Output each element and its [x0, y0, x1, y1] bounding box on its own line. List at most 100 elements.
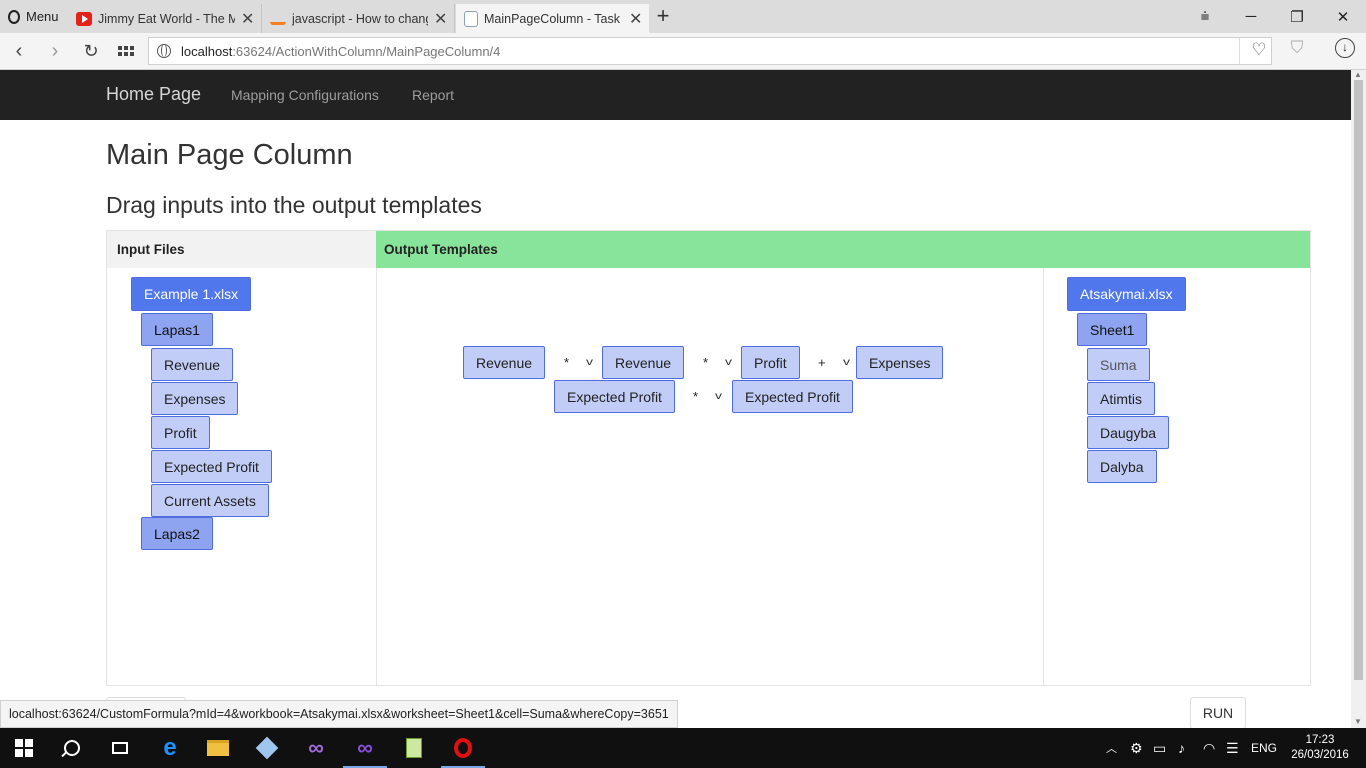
operator-value: +	[818, 355, 826, 370]
close-tab-icon[interactable]: ✕	[629, 9, 642, 29]
tab-title: Jimmy Eat World - The Mi	[98, 11, 235, 26]
operator-select[interactable]: * v	[693, 380, 723, 413]
operator-select[interactable]: + v	[818, 346, 850, 379]
opera-logo-icon	[8, 9, 20, 24]
input-cell-chip[interactable]: Expenses	[151, 382, 239, 415]
stackoverflow-icon	[270, 12, 286, 25]
back-icon[interactable]: ‹	[6, 38, 32, 64]
speed-dial-grid-icon[interactable]	[113, 38, 139, 64]
page-icon	[464, 10, 478, 27]
browser-tab-stackoverflow[interactable]: javascript - How to change ✕	[262, 4, 455, 33]
formula-term-chip[interactable]: Expected Profit	[732, 380, 853, 413]
volume-icon[interactable]: ♪	[1178, 728, 1185, 768]
chevron-down-icon: v	[842, 357, 850, 368]
input-cell-chip[interactable]: Current Assets	[151, 484, 269, 517]
wifi-icon[interactable]: ◠	[1203, 728, 1215, 768]
bookmark-heart-icon[interactable]: ♡	[1247, 40, 1271, 62]
url-field[interactable]: localhost:63624/ActionWithColumn/MainPag…	[148, 37, 1272, 65]
input-file-chip[interactable]: Example 1.xlsx	[131, 277, 252, 311]
opera-menu-button[interactable]: Menu	[0, 0, 66, 33]
tray-expand-icon[interactable]: ︿	[1106, 728, 1117, 768]
chevron-down-icon: v	[715, 391, 723, 402]
reload-icon[interactable]: ↻	[78, 38, 104, 64]
new-tab-plus-icon[interactable]: +	[652, 4, 674, 30]
output-sheet-chip[interactable]: Sheet1	[1077, 313, 1148, 346]
close-tab-icon[interactable]: ✕	[241, 9, 254, 29]
task-view-icon[interactable]	[108, 736, 132, 760]
clock-time: 17:23	[1305, 734, 1335, 746]
windows-taskbar: e ∞ ∞ ︿ ⚙ ▭ ♪ ◠ ☰ ENG 17:23 26/03/2016	[0, 728, 1366, 768]
operator-select[interactable]: * v	[703, 346, 733, 379]
url-separator	[1239, 38, 1240, 64]
output-file-chip[interactable]: Atsakymai.xlsx	[1067, 277, 1186, 311]
operator-value: *	[703, 355, 709, 370]
input-cell-chip[interactable]: Revenue	[151, 348, 234, 381]
network-app-icon[interactable]: ⚙	[1130, 728, 1143, 768]
battery-icon[interactable]: ▭	[1153, 728, 1166, 768]
output-column-divider	[1043, 268, 1044, 685]
page-subtitle: Drag inputs into the output templates	[106, 192, 482, 218]
opera-taskbar-icon[interactable]	[441, 736, 485, 768]
action-center-icon[interactable]: ☰	[1226, 728, 1239, 768]
tab-menu-icon[interactable]: ⩧	[1182, 0, 1228, 33]
output-cell-chip[interactable]: Dalyba	[1087, 450, 1157, 483]
input-cell-chip[interactable]: Profit	[151, 416, 210, 449]
page-scrollbar[interactable]: ▲ ▼	[1351, 70, 1366, 728]
tab-title: MainPageColumn - Task	[484, 11, 620, 26]
operator-select[interactable]: * v	[564, 346, 594, 379]
mapping-workspace: Input Files Example 1.xlsx Lapas1 Revenu…	[106, 230, 1311, 686]
edge-browser-icon[interactable]: e	[158, 734, 182, 761]
nav-link-report[interactable]: Report	[412, 87, 454, 103]
cube-app-icon[interactable]	[255, 736, 279, 760]
address-bar: ‹ › ↻ localhost:63624/ActionWithColumn/M…	[0, 33, 1366, 70]
output-cell-chip[interactable]: Daugyba	[1087, 416, 1170, 449]
forward-icon[interactable]: ›	[42, 38, 68, 64]
scroll-thumb[interactable]	[1354, 80, 1363, 680]
formula-term-chip[interactable]: Profit	[741, 346, 800, 379]
browser-tab-mainpagecolumn[interactable]: MainPageColumn - Task ✕	[456, 4, 649, 33]
input-cell-chip[interactable]: Expected Profit	[151, 450, 272, 483]
restore-icon[interactable]: ❐	[1274, 0, 1320, 33]
browser-tab-youtube[interactable]: Jimmy Eat World - The Mi ✕	[68, 4, 262, 33]
output-cell-chip[interactable]: Suma	[1087, 348, 1150, 381]
youtube-icon	[76, 11, 92, 26]
operator-value: *	[564, 355, 570, 370]
input-files-header: Input Files	[107, 231, 376, 268]
tab-title: javascript - How to change	[292, 11, 428, 26]
formula-term-chip[interactable]: Expected Profit	[554, 380, 675, 413]
minimize-icon[interactable]: ─	[1228, 0, 1274, 33]
scroll-down-icon[interactable]: ▼	[1354, 717, 1362, 726]
close-tab-icon[interactable]: ✕	[434, 9, 447, 29]
close-window-icon[interactable]: ✕	[1320, 0, 1366, 33]
adblock-shield-icon[interactable]: ⛉	[1286, 38, 1308, 60]
scroll-up-icon[interactable]: ▲	[1354, 70, 1362, 79]
globe-icon	[157, 44, 171, 58]
output-cell-chip[interactable]: Atimtis	[1087, 382, 1155, 415]
visual-studio-icon[interactable]: ∞	[304, 735, 328, 760]
formula-term-chip[interactable]: Expenses	[856, 346, 944, 379]
input-files-panel: Input Files Example 1.xlsx Lapas1 Revenu…	[107, 231, 377, 685]
chevron-down-icon: v	[586, 357, 594, 368]
operator-value: *	[693, 389, 699, 404]
visual-studio-active-icon[interactable]: ∞	[343, 735, 387, 768]
formula-term-chip[interactable]: Revenue	[602, 346, 685, 379]
language-indicator[interactable]: ENG	[1251, 728, 1277, 768]
url-text[interactable]: localhost:63624/ActionWithColumn/MainPag…	[181, 44, 500, 59]
notepad-plus-icon[interactable]	[402, 736, 426, 760]
chevron-down-icon: v	[725, 357, 733, 368]
input-sheet-chip[interactable]: Lapas1	[141, 313, 213, 346]
nav-link-mapping-configurations[interactable]: Mapping Configurations	[231, 87, 379, 103]
download-icon[interactable]: ↓	[1335, 38, 1355, 58]
formula-term-chip[interactable]: Revenue	[463, 346, 546, 379]
browser-tab-bar: Menu Jimmy Eat World - The Mi ✕ javascri…	[0, 0, 1366, 33]
clock-date: 26/03/2016	[1291, 749, 1349, 761]
file-explorer-icon[interactable]	[206, 736, 230, 760]
menu-label: Menu	[26, 9, 59, 24]
taskbar-clock[interactable]: 17:23 26/03/2016	[1290, 733, 1350, 763]
navbar-brand-link[interactable]: Home Page	[106, 84, 201, 105]
input-sheet-chip[interactable]: Lapas2	[141, 517, 213, 550]
windows-start-icon[interactable]	[12, 736, 36, 760]
page-title: Main Page Column	[106, 139, 353, 171]
search-icon[interactable]	[60, 736, 84, 760]
run-button[interactable]: RUN	[1190, 697, 1246, 728]
